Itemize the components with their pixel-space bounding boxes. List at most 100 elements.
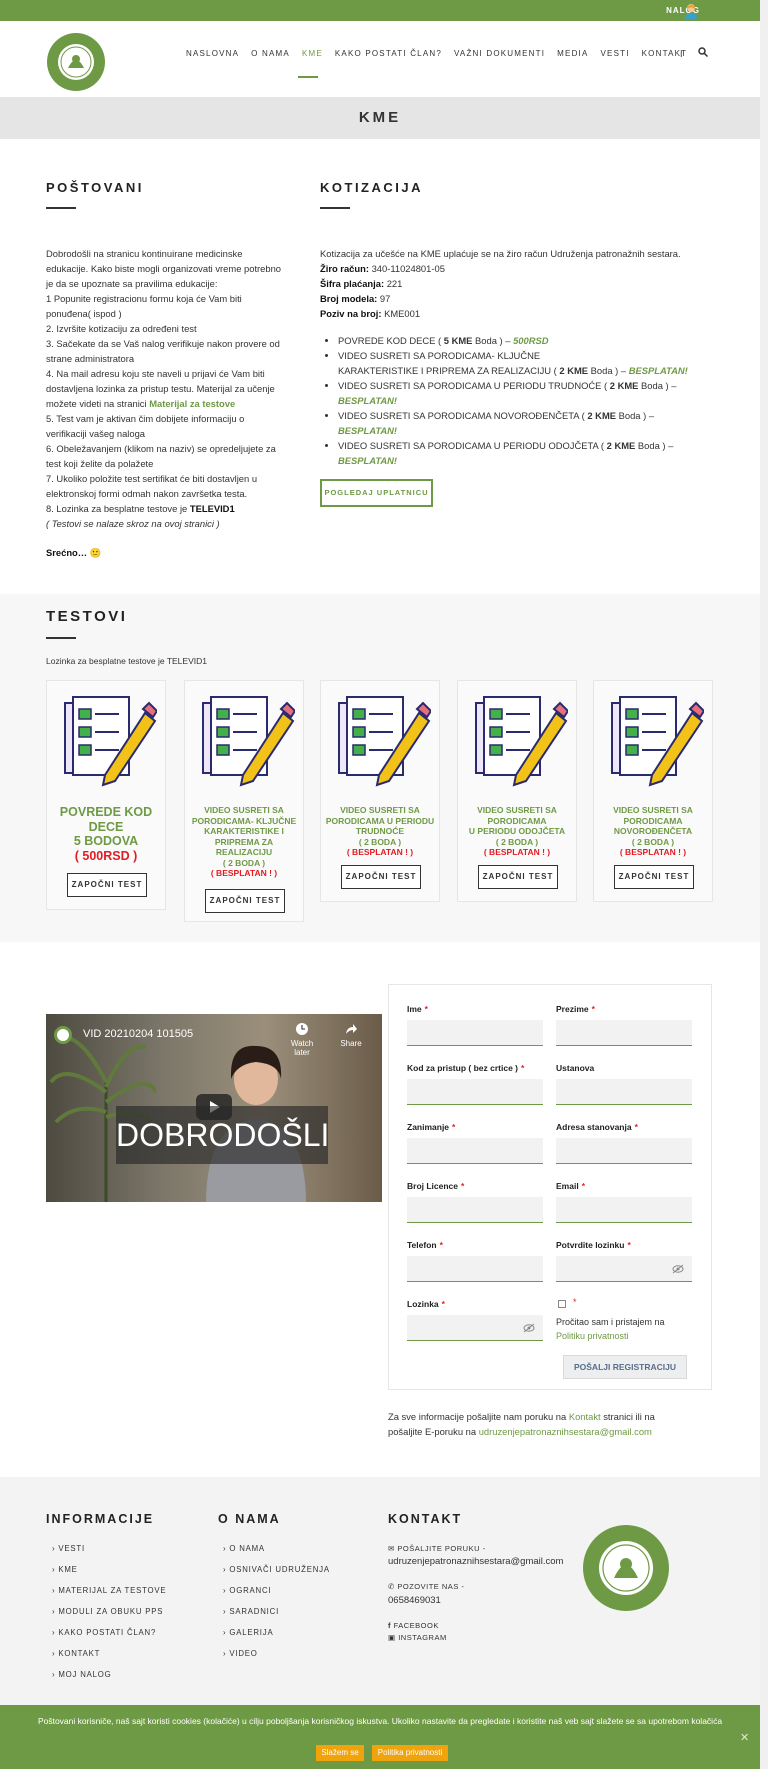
form-field-label: Telefon * [407,1240,443,1250]
postovani-line: 5. Test vam je aktivan čim dobijete info… [46,413,245,424]
nav-naslovna[interactable]: NASLOVNA [186,49,239,58]
search-icon[interactable] [698,47,708,57]
nav-kme[interactable]: KME [302,49,323,58]
consent-required: * [573,1297,577,1307]
footer-onama-link[interactable]: › O NAMA [223,1544,265,1553]
nav-vesti[interactable]: VESTI [601,49,630,58]
nav-kako-postati-clan[interactable]: KAKO POSTATI ČLAN? [335,49,442,58]
footer-informacije-link[interactable]: › VESTI [52,1544,85,1553]
kotizacija-item: VIDEO SUSRETI SA PORODICAMA- KLJUČNE KARA… [338,348,706,378]
start-test-button[interactable]: ZAPOČNI TEST [205,889,285,913]
materijal-link[interactable]: Materijal za testove [149,398,235,409]
footer-informacije-link[interactable]: › KAKO POSTATI ČLAN? [52,1628,156,1637]
form-field-label-text: Ime [407,1004,422,1014]
footer-onama-link[interactable]: › GALERIJA [223,1628,273,1637]
page-title-bar: KME [0,97,760,139]
footer-onama-link[interactable]: › VIDEO [223,1649,258,1658]
eye-hidden-icon[interactable] [523,1323,535,1333]
item-kme: 2 KME [559,365,589,376]
test-card-title[interactable]: POVREDE KOD DECE 5 BODOVA( 500RSD ) [47,805,165,863]
form-input[interactable] [556,1197,692,1223]
kotizacija-item: VIDEO SUSRETI SA PORODICAMA NOVOROĐENČET… [338,408,706,438]
form-input[interactable] [407,1315,543,1341]
nav-separator: I [680,49,683,59]
postovani-line: strane administratora [46,353,135,364]
item-text: Boda ) – [616,410,655,421]
channel-avatar[interactable] [54,1026,72,1044]
footer-informacije-link[interactable]: › KME [52,1565,78,1574]
test-card[interactable]: VIDEO SUSRETI SA PORODICAMA NOVOROĐENČETA(… [593,680,713,902]
item-text: VIDEO SUSRETI SA PORODICAMA U PERIODU OD… [338,440,607,451]
share-button[interactable]: Share [336,1022,366,1048]
contact-page-link[interactable]: Kontakt [569,1411,601,1422]
welcome-video[interactable]: VID 20210204 101505 Watch later Share DO… [46,1014,382,1202]
start-test-button[interactable]: ZAPOČNI TEST [478,865,558,889]
scrollbar[interactable] [760,0,768,1769]
instagram-icon: ▣ [388,1633,396,1642]
required-marker: * [581,1181,585,1191]
test-card-title[interactable]: VIDEO SUSRETI SA PORODICAMA NOVOROĐENČETA(… [594,805,712,858]
postovani-line: 6. Obeležavanjem (klikom na naziv) se op… [46,443,276,454]
consent-checkbox[interactable] [558,1300,566,1308]
contact-note-text: Za sve informacije pošaljite nam poruku … [388,1411,569,1422]
test-card-title[interactable]: VIDEO SUSRETI SA PORODICAMA U PERIODU TRUD… [321,805,439,858]
start-test-button[interactable]: ZAPOČNI TEST [614,865,694,889]
footer-informacije-link[interactable]: › MOJ NALOG [52,1670,112,1679]
contact-email-link[interactable]: udruzenjepatronaznihsestara@gmail.com [479,1426,652,1437]
footer-phone-label: ✆ POZOVITE NAS - [388,1582,464,1591]
test-card[interactable]: VIDEO SUSRETI SA PORODICAMA U PERIODU TRUD… [320,680,440,902]
form-input[interactable] [556,1138,692,1164]
form-input[interactable] [407,1020,543,1046]
video-title[interactable]: VID 20210204 101505 [83,1028,193,1040]
form-input[interactable] [556,1256,692,1282]
test-card-line: PORODICAMA- KLJUČNE [191,815,297,826]
privacy-policy-link[interactable]: Politiku privatnosti [556,1329,665,1343]
form-input[interactable] [407,1079,543,1105]
nav-media[interactable]: MEDIA [557,49,588,58]
cookie-accept-button[interactable]: Slažem se [316,1745,364,1761]
user-avatar-icon[interactable] [684,3,698,19]
postovani-line: verifikaciji vašeg naloga [46,428,146,439]
cookie-policy-button[interactable]: Politika privatnosti [372,1745,448,1761]
nav-vazni-dokumenti[interactable]: VAŽNI DOKUMENTI [454,49,545,58]
tel-label: POZOVITE NAS - [397,1582,465,1591]
submit-registration-button[interactable]: POŠALJI REGISTRACIJU [563,1355,687,1379]
footer-onama-link[interactable]: › OGRANCI [223,1586,271,1595]
kotizacija-item: VIDEO SUSRETI SA PORODICAMA U PERIODU TR… [338,378,706,408]
form-input[interactable] [407,1138,543,1164]
cookie-close-button[interactable]: ✕ [740,1731,749,1744]
item-text: Boda ) – [588,365,629,376]
test-card-line: VIDEO SUSRETI SA [204,805,284,815]
footer-informacije-link[interactable]: › MODULI ZA OBUKU PPS [52,1607,163,1616]
instagram-link[interactable]: ▣ INSTAGRAM [388,1633,447,1642]
footer-link-label: VIDEO [229,1649,258,1658]
form-input[interactable] [556,1020,692,1046]
test-card[interactable]: POVREDE KOD DECE 5 BODOVA( 500RSD ) ZAPOČNI… [46,680,166,910]
test-card[interactable]: VIDEO SUSRETI SA PORODICAMA- KLJUČNE KARAK… [184,680,304,922]
form-input[interactable] [556,1079,692,1105]
nav-o-nama[interactable]: O NAMA [251,49,290,58]
form-field-label: Potvrdite lozinku * [556,1240,631,1250]
form-input[interactable] [407,1197,543,1223]
footer-contact-email[interactable]: udruzenjepatronaznihsestara@gmail.com [388,1556,563,1567]
test-card-title[interactable]: VIDEO SUSRETI SA PORODICAMA- KLJUČNE KARAK… [185,805,303,879]
watch-later-button[interactable]: Watch later [284,1022,320,1057]
footer-informacije-link[interactable]: › MATERIJAL ZA TESTOVE [52,1586,166,1595]
footer-informacije-link[interactable]: › KONTAKT [52,1649,100,1658]
footer-phone[interactable]: 0658469031 [388,1595,441,1606]
start-test-button[interactable]: ZAPOČNI TEST [67,873,147,897]
footer-onama-link[interactable]: › SARADNICI [223,1607,279,1616]
srecno-text: Srećno… 🙂 [46,547,102,558]
form-input[interactable] [407,1256,543,1282]
site-header [0,21,760,97]
test-card-title[interactable]: VIDEO SUSRETI SA PORODICAMA U PERIODU ODOJ… [458,805,576,858]
site-logo[interactable] [46,32,106,92]
pogledaj-uplatnicu-button[interactable]: POGLEDAJ UPLATNICU [320,479,433,507]
facebook-link[interactable]: f FACEBOOK [388,1621,439,1630]
footer-onama-link[interactable]: › OSNIVAČI UDRUŽENJA [223,1565,330,1574]
eye-hidden-icon[interactable] [672,1264,684,1274]
start-test-button[interactable]: ZAPOČNI TEST [341,865,421,889]
item-price: BESPLATAN! [338,395,398,406]
postovani-line: 1 Popunite registracionu formu koja će V… [46,293,242,304]
test-card[interactable]: VIDEO SUSRETI SA PORODICAMA U PERIODU ODOJ… [457,680,577,902]
